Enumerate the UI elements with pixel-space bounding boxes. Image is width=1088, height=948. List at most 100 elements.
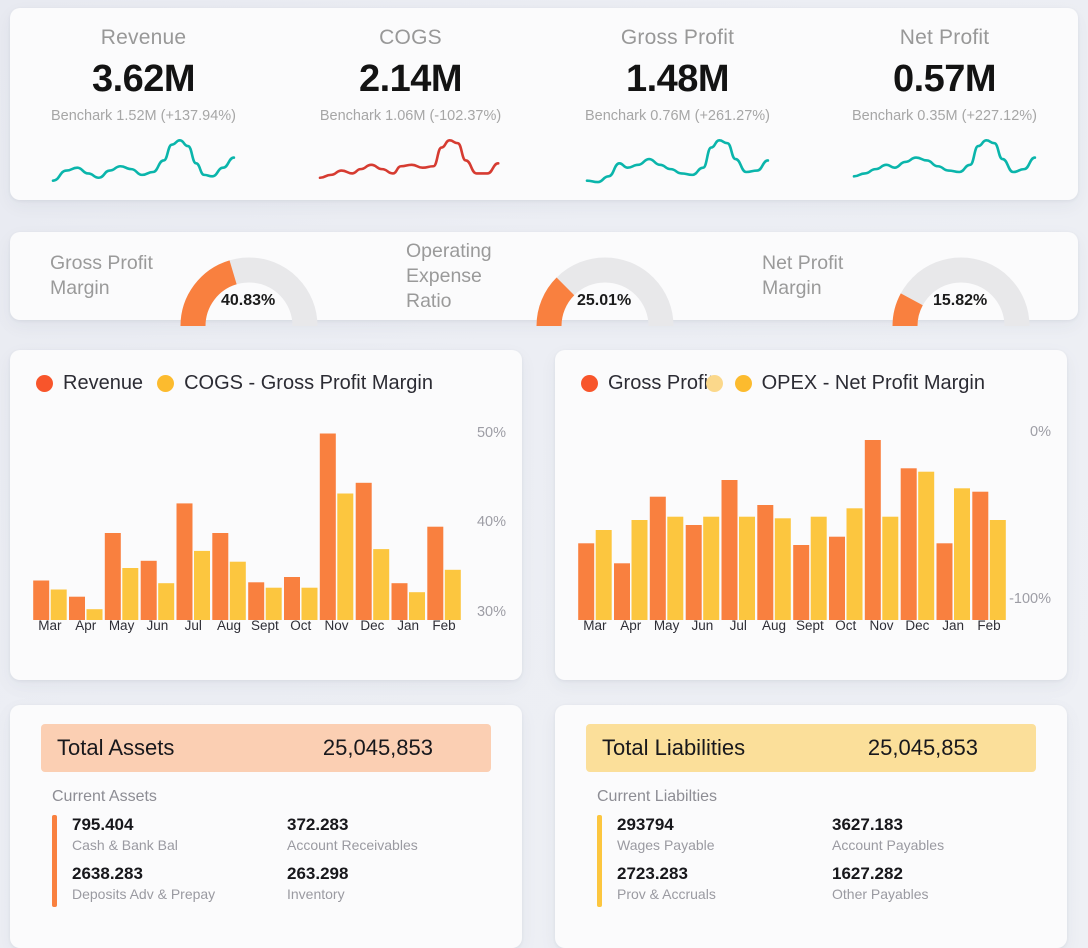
item-label: Prov & Accruals — [617, 886, 716, 902]
month-label: Dec — [360, 618, 385, 633]
list-item[interactable]: 2638.283 Deposits Adv & Prepay — [52, 864, 267, 902]
month-label: Jul — [184, 618, 202, 633]
gauge-net-profit-margin[interactable]: Net Profit Margin 15.82% — [722, 232, 1078, 327]
assets-title: Total Assets — [57, 735, 175, 760]
gauge-label: Operating Expense Ratio — [406, 239, 492, 312]
month-label: Aug — [217, 618, 242, 633]
month-label: Jan — [397, 618, 420, 633]
gauge-value: 40.83% — [221, 292, 276, 309]
kpi-value: 3.62M — [91, 58, 196, 100]
sparkline-chart — [811, 132, 1078, 184]
grossprofit-opex-chart-card: Gross Profit OPEX - Net Profit Margin 0%… — [555, 350, 1067, 680]
month-label: Dec — [905, 618, 930, 633]
month-label: Jul — [729, 618, 747, 633]
ratio-gauges-card: Gross Profit Margin 40.83% Operating Exp… — [10, 232, 1078, 327]
financial-dashboard: Revenue 3.62M Benchark 1.52M (+137.94%) … — [0, 0, 1088, 948]
kpi-summary-card: Revenue 3.62M Benchark 1.52M (+137.94%) … — [10, 8, 1078, 200]
month-label: Oct — [835, 618, 857, 633]
gauge-dial: 25.01% — [531, 232, 681, 327]
item-label: Other Payables — [832, 886, 929, 902]
legend-label-revenue: Revenue — [63, 372, 144, 394]
kpi-benchmark: Benchark 0.76M (+261.27%) — [585, 108, 770, 124]
month-label: Mar — [583, 618, 607, 633]
item-label: Wages Payable — [617, 837, 715, 853]
month-label: Jun — [146, 618, 169, 633]
month-label: May — [653, 618, 680, 633]
kpi-tile-revenue[interactable]: Revenue 3.62M Benchark 1.52M (+137.94%) — [10, 8, 277, 200]
kpi-benchmark: Benchark 0.35M (+227.12%) — [852, 108, 1037, 124]
bar-plot-area — [32, 420, 462, 620]
legend-dot-revenue — [36, 375, 53, 392]
axis-tick-label: 50% — [476, 424, 506, 441]
gauge-value: 15.82% — [933, 292, 988, 309]
list-item[interactable]: 795.404 Cash & Bank Bal — [52, 815, 267, 853]
list-item[interactable]: 2723.283 Prov & Accruals — [597, 864, 812, 902]
item-label: Account Receivables — [287, 837, 418, 853]
item-label: Inventory — [287, 886, 345, 902]
kpi-value: 2.14M — [358, 58, 463, 100]
axis-tick-label: 30% — [476, 603, 506, 620]
assets-subtitle: Current Assets — [52, 788, 157, 805]
gauge-operating-expense-ratio[interactable]: Operating Expense Ratio 25.01% — [366, 232, 722, 327]
gauge-dial: 40.83% — [175, 232, 325, 327]
kpi-tile-gross-profit[interactable]: Gross Profit 1.48M Benchark 0.76M (+261.… — [544, 8, 811, 200]
month-label: Nov — [869, 618, 894, 633]
month-label: Sept — [250, 618, 279, 633]
gauge-value: 25.01% — [577, 292, 632, 309]
kpi-label: Revenue — [100, 26, 187, 49]
kpi-tile-cogs[interactable]: COGS 2.14M Benchark 1.06M (-102.37%) — [277, 8, 544, 200]
month-label: Nov — [324, 618, 349, 633]
month-label: Aug — [762, 618, 787, 633]
liabilities-title: Total Liabilities — [602, 735, 746, 760]
month-label: Apr — [75, 618, 97, 633]
month-label: Mar — [38, 618, 62, 633]
gauge-gross-profit-margin[interactable]: Gross Profit Margin 40.83% — [10, 232, 366, 327]
list-item[interactable]: 293794 Wages Payable — [597, 815, 812, 853]
liabilities-header-band: Total Liabilities 25,045,853 — [586, 724, 1036, 772]
month-label: Jun — [691, 618, 714, 633]
assets-total-value: 25,045,853 — [322, 735, 433, 760]
kpi-tile-net-profit[interactable]: Net Profit 0.57M Benchark 0.35M (+227.12… — [811, 8, 1078, 200]
axis-tick-label: 0% — [1030, 424, 1051, 441]
kpi-value: 0.57M — [892, 58, 997, 100]
item-value: 795.404 — [72, 815, 134, 834]
item-value: 372.283 — [287, 815, 349, 834]
kpi-label: Net Profit — [899, 26, 990, 49]
kpi-benchmark: Benchark 1.06M (-102.37%) — [319, 108, 502, 124]
item-label: Cash & Bank Bal — [72, 837, 178, 853]
month-label: May — [108, 618, 135, 633]
axis-tick-label: 40% — [476, 514, 506, 531]
kpi-label: COGS — [379, 26, 442, 49]
y-axis-labels: 0% -100% — [989, 420, 1051, 620]
month-label: Jan — [942, 618, 965, 633]
sparkline-chart — [10, 132, 277, 184]
list-item[interactable]: 1627.282 Other Payables — [812, 864, 1027, 902]
month-label: Apr — [620, 618, 642, 633]
list-item[interactable]: 372.283 Account Receivables — [267, 815, 482, 853]
chart-legend: Gross Profit OPEX - Net Profit Margin — [581, 372, 999, 395]
legend-label-gross-profit: Gross Profit — [608, 372, 714, 394]
y-axis-labels: 50% 40% 30% — [444, 420, 506, 620]
month-label: Feb — [432, 618, 456, 633]
item-value: 1627.282 — [832, 864, 903, 883]
revenue-cogs-chart-card: Revenue COGS - Gross Profit Margin 50% 40… — [10, 350, 522, 680]
liabilities-item-grid: 293794 Wages Payable 3627.183 Account Pa… — [597, 815, 1027, 913]
list-item[interactable]: 263.298 Inventory — [267, 864, 482, 902]
item-label: Account Payables — [832, 837, 945, 853]
gauge-dial: 15.82% — [887, 232, 1037, 327]
axis-tick-label: -100% — [1009, 591, 1051, 607]
month-label: Sept — [795, 618, 824, 633]
liabilities-subtitle: Current Liabilties — [597, 788, 718, 805]
list-item[interactable]: 3627.183 Account Payables — [812, 815, 1027, 853]
item-value: 293794 — [617, 815, 674, 834]
item-value: 263.298 — [287, 864, 349, 883]
assets-item-grid: 795.404 Cash & Bank Bal 372.283 Account … — [52, 815, 482, 913]
kpi-value: 1.48M — [625, 58, 730, 100]
legend-dot-secondary — [705, 375, 723, 392]
liabilities-total-value: 25,045,853 — [867, 735, 978, 760]
gauge-label: Gross Profit Margin — [50, 252, 153, 299]
kpi-benchmark: Benchark 1.52M (+137.94%) — [51, 108, 236, 124]
sparkline-chart — [277, 132, 544, 184]
assets-header-band: Total Assets 25,045,853 — [41, 724, 491, 772]
sparkline-chart — [544, 132, 811, 184]
